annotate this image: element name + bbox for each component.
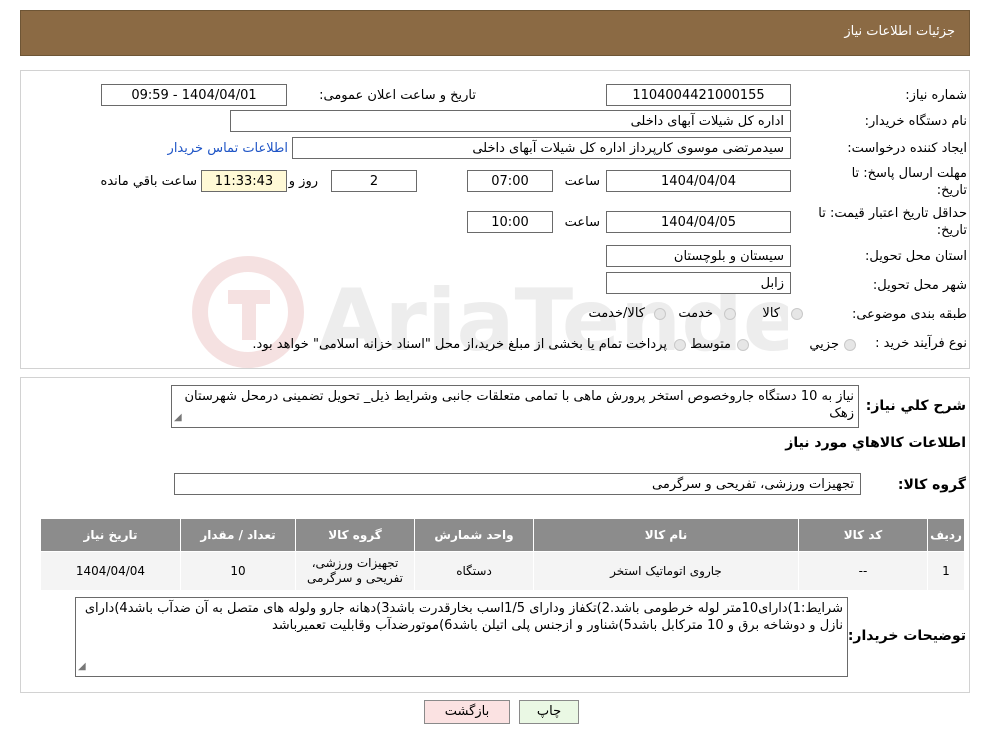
col-qty: تعداد / مقدار xyxy=(180,518,296,552)
creator-label: ایجاد کننده درخواست: xyxy=(847,141,967,156)
deadline-time-word: ساعت xyxy=(564,174,600,189)
col-row: ردیف xyxy=(927,518,965,552)
goods-group-field: تجهیزات ورزشی، تفریحی و سرگرمی xyxy=(174,473,861,495)
description-label: شرح کلي نیاز: xyxy=(865,398,966,414)
process-label: نوع فرآیند خرید : xyxy=(875,336,967,351)
col-name: نام کالا xyxy=(533,518,799,552)
category-option-service: خدمت xyxy=(678,306,713,321)
cell-unit: دستگاه xyxy=(414,551,534,591)
cell-qty: 10 xyxy=(180,551,296,591)
need-number-field: 1104004421000155 xyxy=(606,84,791,106)
process-radio-treasury[interactable] xyxy=(674,339,686,351)
days-field: 2 xyxy=(331,170,417,192)
remaining-word: ساعت باقي مانده xyxy=(100,174,197,189)
col-code: کد کالا xyxy=(798,518,928,552)
contact-buyer-link[interactable]: اطلاعات تماس خریدار xyxy=(168,141,288,156)
category-option-goods-service: کالا/خدمت xyxy=(588,306,645,321)
cell-group: تجهیزات ورزشی، تفریحی و سرگرمی xyxy=(295,551,415,591)
process-option-medium: متوسط xyxy=(690,337,731,352)
process-radio-medium[interactable] xyxy=(737,339,749,351)
category-label: طبقه بندی موضوعی: xyxy=(851,307,967,322)
announce-field: 1404/04/01 - 09:59 xyxy=(101,84,287,106)
table-header-row: ردیف کد کالا نام کالا واحد شمارش گروه کا… xyxy=(40,518,965,552)
cell-name: جاروی اتوماتیک استخر xyxy=(533,551,799,591)
deadline-label-date: تاریخ: xyxy=(936,183,967,198)
deadline-time-field: 07:00 xyxy=(467,170,553,192)
remaining-time-field: 11:33:43 xyxy=(201,170,287,192)
category-radio-goods[interactable] xyxy=(791,308,803,320)
city-field: زابل xyxy=(606,272,791,294)
province-field: سیستان و بلوچستان xyxy=(606,245,791,267)
buyer-notes-label: توضیحات خریدار: xyxy=(847,628,966,644)
category-radio-goods-service[interactable] xyxy=(654,308,666,320)
page-header: جزئیات اطلاعات نیاز xyxy=(20,10,970,56)
validity-time-field: 10:00 xyxy=(467,211,553,233)
validity-time-word: ساعت xyxy=(564,215,600,230)
cell-date: 1404/04/04 xyxy=(40,551,181,591)
city-label: شهر محل تحویل: xyxy=(872,278,967,293)
cell-code: -- xyxy=(798,551,928,591)
validity-label: حداقل تاریخ اعتبار قیمت: تا xyxy=(818,206,967,221)
deadline-label: مهلت ارسال پاسخ: تا xyxy=(851,166,967,181)
print-button[interactable]: چاپ xyxy=(519,700,579,724)
buyer-notes-text: شرایط:1)دارای10متر لوله خرطومی باشد.2)تک… xyxy=(84,601,843,633)
description-field: نیاز به 10 دستگاه جاروخصوص استخر پرورش م… xyxy=(171,385,859,428)
resize-handle-icon[interactable]: ◢ xyxy=(174,409,182,426)
buyer-org-label: نام دستگاه خریدار: xyxy=(864,114,967,129)
page-title: جزئیات اطلاعات نیاز xyxy=(844,24,955,39)
process-option-minor: جزیي xyxy=(809,337,839,352)
creator-field: سیدمرتضی موسوی کارپرداز اداره کل شیلات آ… xyxy=(292,137,791,159)
process-treasury-note: پرداخت تمام یا بخشی از مبلغ خرید،از محل … xyxy=(252,337,667,352)
cell-row: 1 xyxy=(927,551,965,591)
validity-date-field: 1404/04/05 xyxy=(606,211,791,233)
resize-handle-icon[interactable]: ◢ xyxy=(78,658,86,675)
province-label: استان محل تحویل: xyxy=(865,249,967,264)
announce-label: تاریخ و ساعت اعلان عمومی: xyxy=(319,88,476,103)
back-button[interactable]: بازگشت xyxy=(424,700,510,724)
col-unit: واحد شمارش xyxy=(414,518,534,552)
table-row: 1 -- جاروی اتوماتیک استخر دستگاه تجهیزات… xyxy=(40,551,965,591)
deadline-date-field: 1404/04/04 xyxy=(606,170,791,192)
goods-group-label: گروه کالا: xyxy=(897,477,966,493)
validity-label-date: تاریخ: xyxy=(936,223,967,238)
description-text: نیاز به 10 دستگاه جاروخصوص استخر پرورش م… xyxy=(184,389,854,421)
col-date: تاریخ نیاز xyxy=(40,518,181,552)
days-word: روز و xyxy=(288,174,318,189)
goods-section-title: اطلاعات کالاهاي مورد نیاز xyxy=(785,435,966,451)
col-group: گروه کالا xyxy=(295,518,415,552)
need-number-label: شماره نیاز: xyxy=(905,88,967,103)
buyer-notes-field: شرایط:1)دارای10متر لوله خرطومی باشد.2)تک… xyxy=(75,597,848,677)
process-radio-minor[interactable] xyxy=(844,339,856,351)
items-table: ردیف کد کالا نام کالا واحد شمارش گروه کا… xyxy=(40,518,965,591)
category-radio-service[interactable] xyxy=(724,308,736,320)
category-option-goods: کالا xyxy=(762,306,780,321)
buyer-org-field: اداره کل شیلات آبهای داخلی xyxy=(230,110,791,132)
